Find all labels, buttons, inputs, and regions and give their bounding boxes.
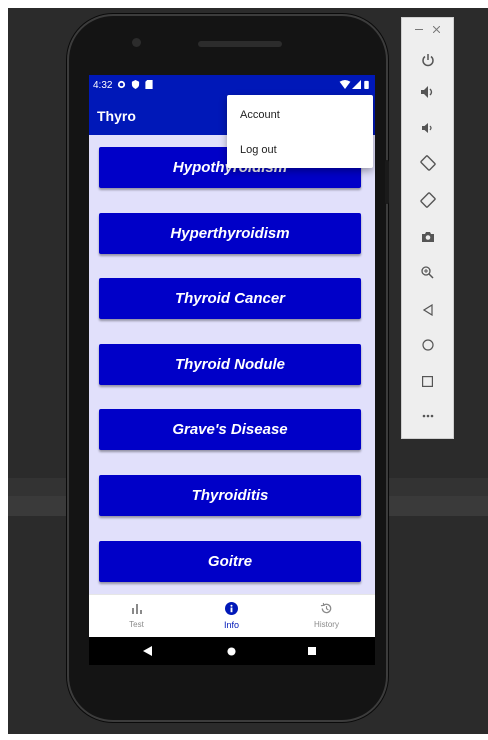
power-icon bbox=[421, 54, 434, 67]
more-icon bbox=[422, 414, 433, 418]
overview-button[interactable] bbox=[402, 369, 453, 393]
topic-button-thyroid-cancer[interactable]: Thyroid Cancer bbox=[99, 278, 361, 319]
rotate-right-button[interactable] bbox=[402, 188, 453, 212]
settings-icon bbox=[117, 80, 126, 89]
phone-screen: 4:32 Thyro Hypothyroidism Hyperthyroidis… bbox=[89, 75, 375, 665]
nav-label-test: Test bbox=[129, 620, 144, 629]
bar-chart-icon bbox=[131, 603, 142, 614]
home-icon bbox=[421, 339, 434, 351]
nav-label-history: History bbox=[314, 620, 339, 629]
info-icon bbox=[225, 601, 238, 615]
overflow-menu: Account Log out bbox=[227, 95, 373, 168]
menu-item-log-out[interactable]: Log out bbox=[240, 144, 277, 156]
nav-item-test[interactable]: Test bbox=[89, 595, 184, 638]
minimize-icon[interactable] bbox=[415, 28, 423, 32]
topic-button-goitre[interactable]: Goitre bbox=[99, 541, 361, 582]
topic-button-thyroid-nodule[interactable]: Thyroid Nodule bbox=[99, 344, 361, 385]
history-icon bbox=[320, 602, 332, 613]
status-bar: 4:32 bbox=[89, 75, 375, 95]
nav-home-icon[interactable] bbox=[227, 647, 236, 656]
emulator-toolbar bbox=[402, 18, 453, 438]
back-button[interactable] bbox=[402, 298, 453, 322]
nav-recents-icon[interactable] bbox=[308, 647, 316, 655]
signal-icon bbox=[352, 80, 361, 89]
rotate-left-icon bbox=[419, 155, 436, 171]
power-button[interactable] bbox=[402, 48, 453, 72]
home-button[interactable] bbox=[402, 333, 453, 357]
screenshot-button[interactable] bbox=[402, 225, 453, 249]
overview-icon bbox=[422, 375, 433, 387]
nav-item-history[interactable]: History bbox=[279, 595, 374, 638]
volume-down-button[interactable] bbox=[402, 116, 453, 140]
front-camera bbox=[132, 38, 141, 47]
back-icon bbox=[422, 304, 433, 316]
bottom-navigation: Test Info History bbox=[89, 594, 375, 638]
battery-icon bbox=[364, 80, 369, 89]
earpiece-speaker bbox=[198, 41, 282, 47]
wifi-icon bbox=[339, 80, 351, 89]
volume-down-icon bbox=[422, 123, 432, 133]
topic-button-hyperthyroidism[interactable]: Hyperthyroidism bbox=[99, 213, 361, 254]
nav-back-icon[interactable] bbox=[143, 646, 152, 656]
rotate-left-button[interactable] bbox=[402, 151, 453, 175]
volume-up-button[interactable] bbox=[402, 80, 453, 104]
status-time: 4:32 bbox=[93, 80, 113, 91]
system-navigation-bar bbox=[89, 637, 375, 665]
camera-icon bbox=[421, 232, 434, 242]
close-icon[interactable] bbox=[433, 26, 440, 33]
zoom-button[interactable] bbox=[402, 260, 453, 284]
shield-icon bbox=[131, 80, 140, 89]
sd-card-icon bbox=[145, 80, 153, 89]
menu-item-account[interactable]: Account bbox=[240, 109, 280, 121]
nav-label-info: Info bbox=[223, 620, 239, 630]
rotate-right-icon bbox=[419, 192, 436, 208]
topic-list: Hypothyroidism Hyperthyroidism Thyroid C… bbox=[89, 135, 375, 594]
nav-item-info[interactable]: Info bbox=[184, 595, 279, 638]
topic-button-thyroiditis[interactable]: Thyroiditis bbox=[99, 475, 361, 516]
volume-up-icon bbox=[420, 86, 432, 98]
phone-side-button[interactable] bbox=[385, 160, 389, 204]
zoom-icon bbox=[421, 265, 434, 279]
app-title: Thyro bbox=[97, 108, 136, 124]
topic-button-graves-disease[interactable]: Grave's Disease bbox=[99, 409, 361, 450]
more-button[interactable] bbox=[402, 404, 453, 428]
